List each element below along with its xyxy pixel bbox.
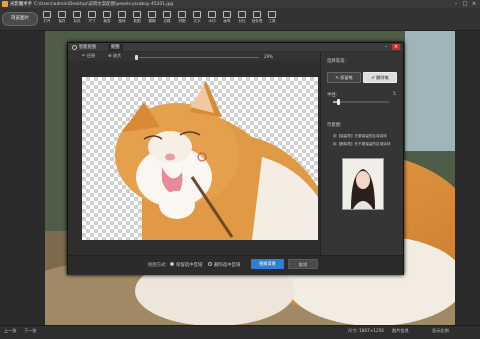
toolbar-text-button[interactable]: 文字 — [190, 11, 204, 24]
pen-icon: ✎ — [335, 75, 339, 80]
replace-background-button[interactable]: 替换背景 — [251, 259, 284, 269]
toolbar-watermark-button[interactable]: 水印 — [205, 11, 219, 24]
dialog-title: 智能抠图 — [79, 45, 97, 51]
blur-icon — [148, 11, 156, 18]
toolbar-tool-label: 工具 — [268, 19, 276, 23]
brush-size-label: 半径: — [327, 93, 338, 98]
app-logo-icon — [2, 1, 8, 7]
cutout-mode-label: 抠图方式: — [148, 262, 168, 268]
toolbar-tool-label: 边框 — [163, 19, 171, 23]
toolbar-tool-label: 水印 — [208, 19, 216, 23]
toolbar-frame-button[interactable]: 边框 — [160, 11, 174, 24]
resize-icon — [88, 11, 96, 18]
tips-title: 示意图: — [327, 123, 342, 128]
zoom-icon: ⊕ — [108, 53, 112, 58]
tab-cutout[interactable]: 抠图 — [108, 43, 123, 51]
toolbar-tool-label: 打开 — [43, 19, 51, 23]
toolbar-tool-label: 画笔 — [223, 19, 231, 23]
toolbar-tool-label: 保存 — [58, 19, 66, 23]
image-size: 尺寸: 1867×1256 — [348, 328, 384, 333]
toolbar-save-as-button[interactable]: 另存 — [70, 11, 84, 24]
browse-images-button[interactable]: 浏览图片 — [2, 12, 38, 26]
toolbar-tool-label: 文字 — [193, 19, 201, 23]
example-preview-image — [342, 158, 384, 210]
save-icon — [58, 11, 66, 18]
text-icon — [193, 11, 201, 18]
collage-icon — [178, 11, 186, 18]
toolbar-tool-label: 旋转 — [118, 19, 126, 23]
image-info-button[interactable]: 图片信息 — [392, 328, 409, 334]
next-image-button[interactable]: 下一张 — [24, 328, 37, 334]
smart-cutout-dialog: 智能抠图 抠图 – × ↶ 还原 ⊕ 放大 29% 选择笔笔: ✎ 保留笔 ✐ … — [67, 42, 404, 275]
keep-brush-button[interactable]: ✎ 保留笔 — [327, 72, 361, 83]
minimize-button[interactable]: – — [452, 1, 460, 7]
toolbar-blur-button[interactable]: 模糊 — [145, 11, 159, 24]
toolbar-tools-button[interactable]: 工具 — [265, 11, 279, 24]
display-ratio-button[interactable]: 显示比例 — [432, 328, 449, 334]
close-window-button[interactable]: × — [470, 1, 478, 7]
batch-icon — [253, 11, 261, 18]
toolbar-brush-button[interactable]: 画笔 — [220, 11, 234, 24]
toolbar-tool-label: 对比 — [238, 19, 246, 23]
cancel-button[interactable]: 取消 — [288, 259, 318, 269]
brush-icon — [223, 11, 231, 18]
erase-selected-radio[interactable] — [208, 262, 212, 266]
watermark-icon — [208, 11, 216, 18]
restore-button[interactable]: ↶ 还原 — [82, 53, 95, 59]
zoom-value: 29% — [264, 53, 273, 59]
crop-icon — [103, 11, 111, 18]
tip-erase: 用【删除笔】在不要保留的区域涂抹 — [333, 142, 391, 146]
dialog-minimize-button[interactable]: – — [382, 44, 390, 50]
cutout-icon — [72, 44, 77, 50]
dialog-close-button[interactable]: × — [392, 44, 400, 50]
rotate-icon — [118, 11, 126, 18]
toolbar-tool-label: 另存 — [73, 19, 81, 23]
toolbar-folder-button[interactable]: 打开 — [40, 11, 54, 24]
toolbar-compare-button[interactable]: 对比 — [235, 11, 249, 24]
toolbar-tool-label: 拼图 — [178, 19, 186, 23]
folder-icon — [43, 11, 51, 18]
keep-selected-label: 保留选中区域 — [176, 262, 203, 268]
select-brush-title: 选择笔笔: — [327, 59, 347, 64]
brush-size-slider-thumb[interactable] — [337, 99, 340, 105]
toolbar-collage-button[interactable]: 拼图 — [175, 11, 189, 24]
compare-icon — [238, 11, 246, 18]
erase-selected-label: 删除选中区域 — [214, 262, 241, 268]
toolbar-rotate-button[interactable]: 旋转 — [115, 11, 129, 24]
toolbar-tool-label: 批处理 — [251, 19, 263, 23]
brush-size-slider-track[interactable] — [333, 101, 389, 103]
toolbar-crop-button[interactable]: 裁剪 — [100, 11, 114, 24]
eraser-icon: ✐ — [371, 75, 375, 80]
toolbar-tool-label: 模糊 — [148, 19, 156, 23]
zoom-in-button[interactable]: ⊕ 放大 — [108, 53, 121, 59]
zoom-slider-thumb[interactable] — [135, 54, 138, 60]
zoom-slider-track[interactable] — [139, 56, 259, 58]
toolbar-batch-button[interactable]: 批处理 — [250, 11, 264, 24]
toolbar-tool-label: 尺寸 — [88, 19, 96, 23]
undo-icon: ↶ — [82, 53, 86, 58]
app-title: 光影魔术手 — [10, 2, 32, 7]
maximize-button[interactable]: □ — [461, 1, 469, 7]
frame-icon — [163, 11, 171, 18]
tools-icon — [268, 11, 276, 18]
brush-size-value: 5 — [393, 92, 396, 97]
file-path: C:\Users\admin\Desktop\说明文案配图\pexels-pix… — [34, 2, 174, 7]
toolbar-resize-button[interactable]: 尺寸 — [85, 11, 99, 24]
keep-selected-radio[interactable] — [170, 262, 174, 266]
cutout-canvas[interactable] — [82, 77, 318, 240]
erase-brush-button[interactable]: ✐ 删除笔 — [363, 72, 397, 83]
tool-panel: 选择笔笔: ✎ 保留笔 ✐ 删除笔 半径: 5 示意图: 用【保留笔】在要保留的… — [320, 52, 403, 262]
woman-portrait — [343, 159, 383, 209]
cat-cutout-image — [115, 81, 318, 240]
save-as-icon — [73, 11, 81, 18]
cutout-icon — [133, 11, 141, 18]
toolbar-tool-label: 裁剪 — [103, 19, 111, 23]
toolbar-save-button[interactable]: 保存 — [55, 11, 69, 24]
toolbar-tool-label: 抠图 — [133, 19, 141, 23]
prev-image-button[interactable]: 上一张 — [4, 328, 17, 334]
toolbar-cutout-button[interactable]: 抠图 — [130, 11, 144, 24]
tip-keep: 用【保留笔】在要保留的区域涂抹 — [333, 134, 387, 138]
